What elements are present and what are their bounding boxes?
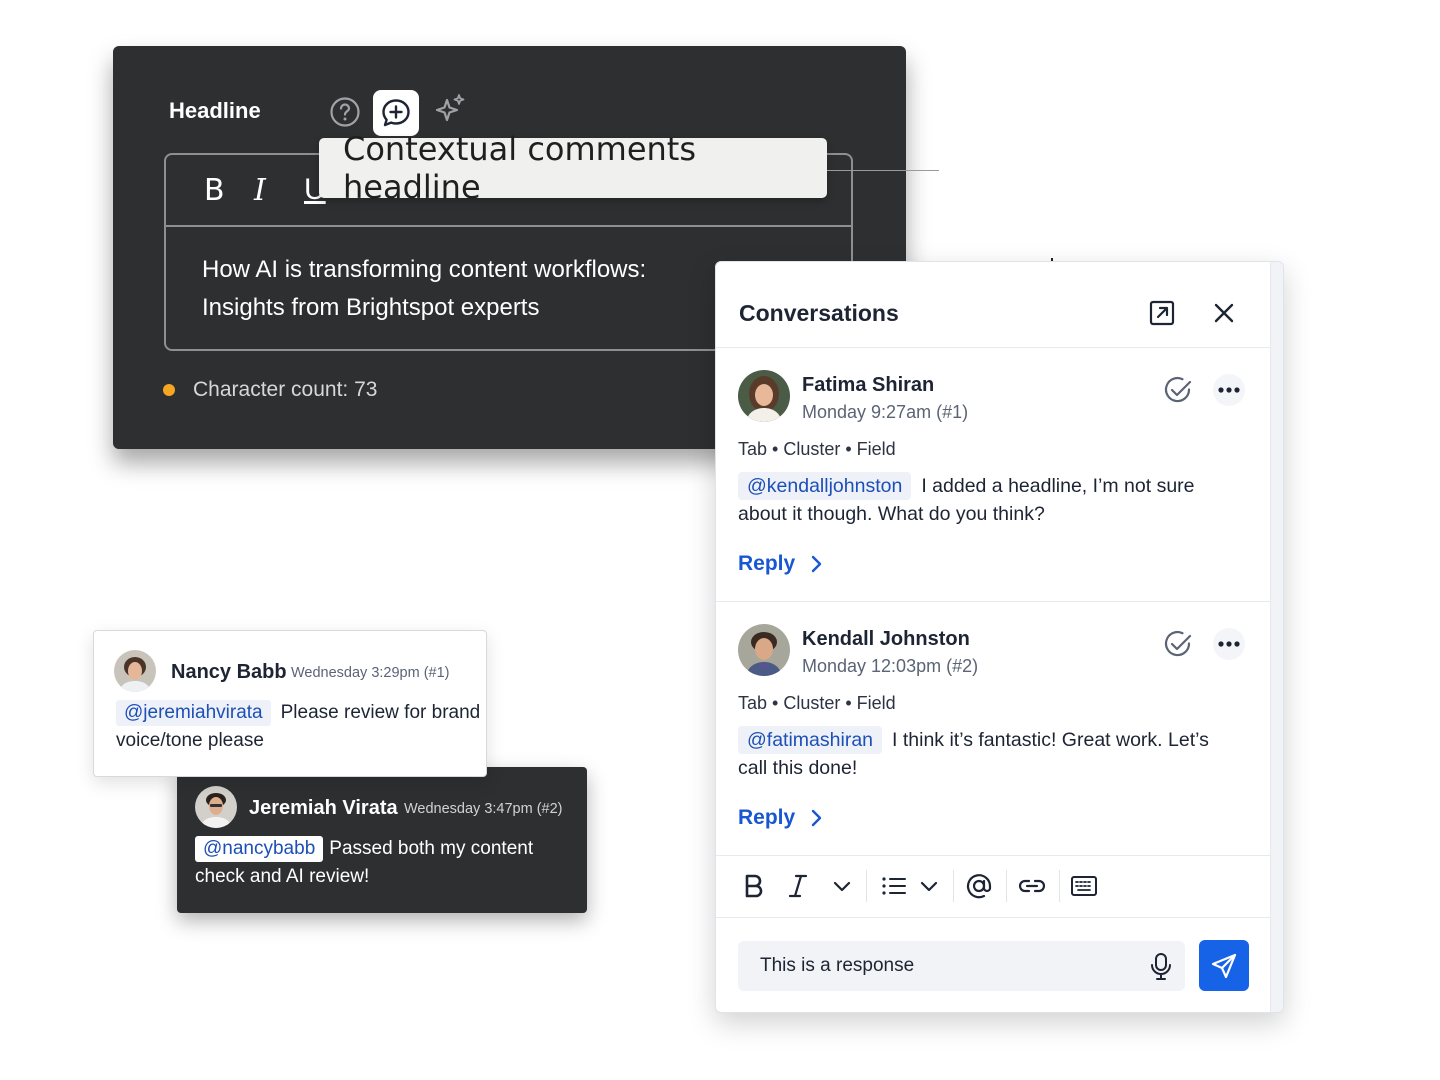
chevron-down-icon bbox=[920, 881, 938, 892]
open-external-icon[interactable] bbox=[1147, 298, 1177, 328]
comment-thread-2: Kendall Johnston Monday 12:03pm (#2) Tab… bbox=[716, 602, 1272, 856]
send-icon bbox=[1211, 953, 1237, 978]
reply-button[interactable]: Reply bbox=[738, 806, 823, 830]
at-icon bbox=[966, 874, 992, 899]
mention-button[interactable] bbox=[964, 868, 994, 904]
comment-author: Nancy Babb bbox=[171, 661, 287, 683]
reply-button[interactable]: Reply bbox=[738, 552, 823, 576]
panel-title: Conversations bbox=[739, 300, 899, 326]
more-horizontal-icon bbox=[1218, 387, 1240, 393]
reply-label: Reply bbox=[738, 552, 796, 575]
bold-button[interactable] bbox=[740, 868, 768, 904]
comment-field-path: Tab • Cluster • Field bbox=[738, 693, 896, 713]
comment-body: @jeremiahvirata Please review for brand v… bbox=[116, 699, 486, 755]
chevron-right-icon bbox=[811, 555, 822, 573]
reply-label: Reply bbox=[738, 806, 796, 829]
comment-timestamp: Wednesday 3:47pm (#2) bbox=[404, 801, 563, 817]
avatar bbox=[738, 624, 790, 676]
character-count: Character count: 73 bbox=[163, 378, 377, 402]
list-icon bbox=[882, 877, 906, 895]
more-horizontal-icon bbox=[1218, 641, 1240, 647]
comment-timestamp: Monday 9:27am (#1) bbox=[802, 402, 969, 422]
tooltip: Contextual comments headline bbox=[319, 130, 827, 206]
comment-thread-1: Fatima Shiran Monday 9:27am (#1) Tab • C… bbox=[716, 348, 1272, 602]
mention-tag[interactable]: @kendalljohnston bbox=[738, 472, 912, 500]
comment-author: Jeremiah Virata bbox=[249, 797, 398, 819]
resolve-check-icon[interactable] bbox=[1162, 374, 1194, 406]
reply-input[interactable]: This is a response bbox=[738, 941, 1185, 991]
close-icon[interactable] bbox=[1209, 298, 1239, 328]
field-label: Headline bbox=[169, 98, 261, 123]
conversations-panel: Conversations Fatima Shiran Monday 9:27a… bbox=[715, 261, 1284, 1013]
keyboard-icon bbox=[1071, 876, 1097, 896]
mention-tag[interactable]: @fatimashiran bbox=[738, 726, 883, 754]
status-dot-icon bbox=[163, 384, 175, 396]
comment-timestamp: Monday 12:03pm (#2) bbox=[802, 656, 979, 676]
keyboard-button[interactable] bbox=[1068, 868, 1100, 904]
toolbar-divider bbox=[953, 870, 954, 902]
comment-body: @fatimashiran I think it’s fantastic! Gre… bbox=[738, 726, 1238, 782]
conversations-header: Conversations bbox=[716, 262, 1272, 348]
comment-timestamp: Wednesday 3:29pm (#1) bbox=[291, 665, 450, 681]
toolbar-divider bbox=[866, 870, 867, 902]
send-button[interactable] bbox=[1199, 940, 1249, 991]
tooltip-connector-line bbox=[827, 170, 939, 171]
chevron-down-icon bbox=[833, 881, 851, 892]
italic-button[interactable] bbox=[784, 868, 812, 904]
bold-button[interactable]: B bbox=[204, 173, 254, 208]
comment-card-nancy: Nancy Babb Wednesday 3:29pm (#1) @jeremi… bbox=[93, 630, 487, 777]
microphone-icon[interactable] bbox=[1146, 951, 1176, 981]
toolbar-divider bbox=[1006, 870, 1007, 902]
add-comment-icon bbox=[382, 99, 410, 127]
comment-author: Kendall Johnston bbox=[802, 628, 970, 650]
comment-card-jeremiah: Jeremiah Virata Wednesday 3:47pm (#2) @n… bbox=[177, 767, 587, 913]
link-icon bbox=[1018, 879, 1046, 893]
list-type-dropdown[interactable] bbox=[918, 868, 940, 904]
avatar bbox=[114, 650, 156, 692]
list-button[interactable] bbox=[880, 868, 908, 904]
comment-author: Fatima Shiran bbox=[802, 374, 935, 396]
comment-field-path: Tab • Cluster • Field bbox=[738, 439, 896, 459]
bold-icon bbox=[745, 874, 763, 898]
avatar bbox=[738, 370, 790, 422]
comment-body: @kendalljohnston I added a headline, I’m … bbox=[738, 472, 1238, 528]
italic-icon bbox=[788, 874, 808, 898]
text-style-dropdown[interactable] bbox=[830, 868, 854, 904]
link-button[interactable] bbox=[1016, 868, 1048, 904]
ai-sparkle-icon[interactable] bbox=[431, 92, 469, 130]
mention-tag[interactable]: @nancybabb bbox=[195, 836, 324, 862]
scrollbar[interactable] bbox=[1270, 262, 1283, 1012]
italic-button[interactable]: I bbox=[254, 173, 304, 208]
avatar bbox=[195, 786, 237, 828]
resolve-check-icon[interactable] bbox=[1162, 628, 1194, 660]
chevron-right-icon bbox=[811, 809, 822, 827]
character-count-text: Character count: 73 bbox=[193, 378, 378, 401]
mention-tag[interactable]: @jeremiahvirata bbox=[116, 700, 271, 726]
comment-body: @nancybabb Passed both my content check a… bbox=[195, 835, 565, 891]
toolbar-divider bbox=[1059, 870, 1060, 902]
more-options-button[interactable] bbox=[1213, 628, 1245, 660]
more-options-button[interactable] bbox=[1213, 374, 1245, 406]
help-icon[interactable] bbox=[329, 96, 361, 128]
reply-format-toolbar bbox=[716, 856, 1272, 918]
